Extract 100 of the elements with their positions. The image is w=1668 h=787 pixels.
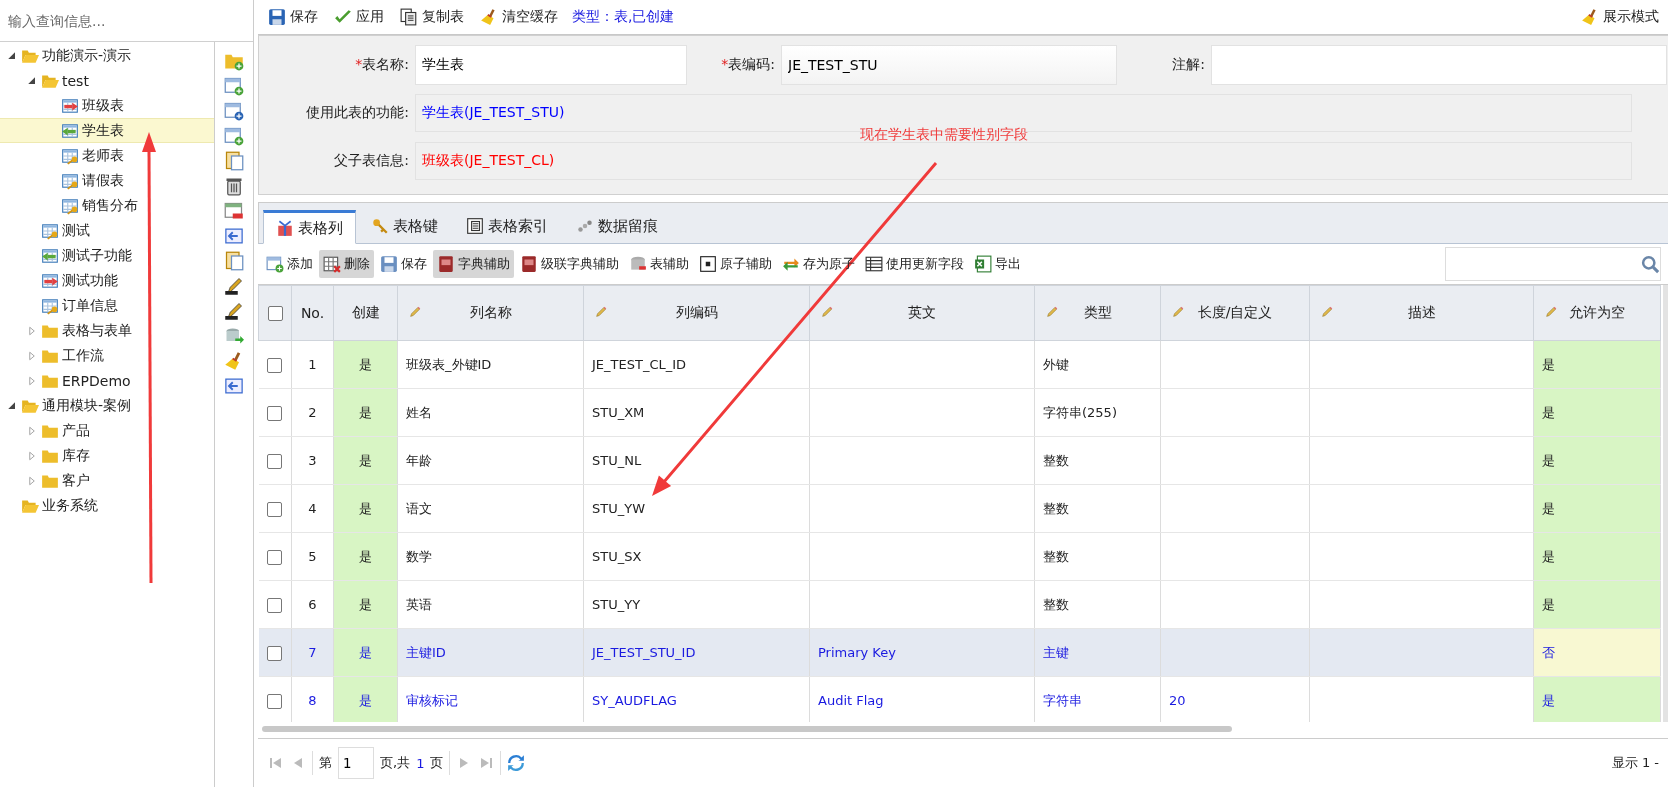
table-add-icon[interactable] — [224, 75, 245, 96]
table-cell: STU_YY — [583, 580, 810, 629]
text-field[interactable]: 学生表 — [415, 45, 687, 85]
toolbar-button[interactable]: 表辅助 — [625, 250, 693, 278]
checkbox[interactable] — [267, 549, 283, 565]
checkbox[interactable] — [267, 453, 283, 469]
toolbar-button[interactable]: 导出 — [970, 250, 1025, 278]
toolbar-button[interactable]: 级联字典辅助 — [516, 250, 623, 278]
tree-item[interactable]: 请假表 — [0, 168, 215, 193]
search-icon[interactable] — [1640, 254, 1660, 274]
tree-item[interactable]: 测试 — [0, 218, 215, 243]
spreadsheet-icon — [974, 255, 992, 273]
tree-item[interactable]: 测试子功能 — [0, 243, 215, 268]
checkbox[interactable] — [267, 501, 283, 517]
pencil-icon — [1171, 305, 1185, 319]
column-header[interactable]: 描述 — [1309, 285, 1534, 341]
checkbox[interactable] — [267, 645, 283, 661]
table-cell: 是 — [1533, 388, 1661, 437]
tree-item[interactable]: 表格与表单 — [0, 318, 215, 343]
column-header[interactable]: No. — [291, 285, 334, 341]
table-add-icon[interactable] — [224, 125, 245, 146]
tree-item[interactable]: 老师表 — [0, 143, 215, 168]
tree-item[interactable]: test — [0, 68, 215, 93]
table-icon — [60, 146, 80, 165]
checkbox[interactable] — [267, 693, 283, 709]
tree-item[interactable]: 库存 — [0, 443, 215, 468]
checkbox[interactable] — [267, 306, 283, 322]
checkbox[interactable] — [267, 357, 283, 373]
toolbar-button[interactable]: 字典辅助 — [433, 250, 514, 278]
column-header[interactable]: 类型 — [1034, 285, 1161, 341]
toolbar-button[interactable]: 删除 — [319, 250, 374, 278]
column-header[interactable]: 允许为空 — [1533, 285, 1661, 341]
tree-item-label: 学生表 — [82, 121, 124, 140]
page-count: 1 — [416, 755, 425, 771]
toolbar-button[interactable]: 应用 — [328, 6, 390, 28]
toolbar-button[interactable]: 保存 — [262, 6, 324, 28]
column-header[interactable]: 列名称 — [397, 285, 584, 341]
tree-item[interactable]: 客户 — [0, 468, 215, 493]
pencil-icon — [1045, 305, 1059, 319]
column-header[interactable]: 英文 — [809, 285, 1035, 341]
tab[interactable]: 表格列 — [263, 210, 356, 244]
field-label: 表名称: — [362, 56, 409, 72]
toolbar-button[interactable]: 复制表 — [394, 6, 470, 28]
required-mark: * — [355, 56, 363, 72]
tree-item-label: 请假表 — [82, 171, 124, 190]
table-cell: 8 — [291, 676, 334, 722]
table-cell: 主键 — [1034, 628, 1161, 677]
checkbox[interactable] — [267, 597, 283, 613]
table-cell: STU_SX — [583, 532, 810, 581]
tree-item-label: 订单信息 — [62, 296, 118, 315]
table-import-icon[interactable] — [224, 225, 245, 246]
tree-item[interactable]: 功能演示-演示 — [0, 43, 215, 68]
refresh-icon[interactable] — [507, 754, 526, 772]
search-field[interactable] — [1445, 247, 1661, 281]
tree-item[interactable]: 通用模块-案例 — [0, 393, 215, 418]
tab[interactable]: 表格索引 — [453, 209, 561, 243]
tree-item[interactable]: 产品 — [0, 418, 215, 443]
pencil-icon — [1320, 305, 1334, 319]
table-icon — [40, 246, 60, 265]
back-icon[interactable] — [224, 375, 245, 396]
pencil-icon[interactable] — [224, 300, 245, 321]
tree-item[interactable]: 订单信息 — [0, 293, 215, 318]
grid-icon — [865, 255, 883, 273]
text-field[interactable] — [1211, 45, 1667, 85]
text-field[interactable]: JE_TEST_STU — [781, 45, 1117, 85]
table-cell: 4 — [291, 484, 334, 533]
tree-item[interactable]: 学生表 — [0, 118, 215, 143]
paste-icon[interactable] — [224, 150, 245, 171]
toolbar-button[interactable]: 清空缓存 — [474, 6, 564, 28]
tree-item[interactable]: 业务系统 — [0, 493, 215, 518]
tab[interactable]: 表格键 — [358, 209, 451, 243]
column-header[interactable]: 列编码 — [583, 285, 810, 341]
tab[interactable]: 数据留痕 — [563, 209, 671, 243]
toolbar-button[interactable]: 添加 — [262, 250, 317, 278]
book-icon — [437, 255, 455, 273]
mode-button[interactable]: 展示模式 — [1575, 6, 1665, 28]
checkbox[interactable] — [267, 405, 283, 421]
page-field[interactable]: 1 — [338, 747, 374, 779]
column-header-label: 长度/自定义 — [1197, 304, 1273, 320]
tree-item[interactable]: 班级表 — [0, 93, 215, 118]
tree-item[interactable]: 销售分布 — [0, 193, 215, 218]
table-cell: 是 — [333, 484, 398, 533]
tree-item[interactable]: 工作流 — [0, 343, 215, 368]
pencil-icon — [594, 305, 608, 319]
toolbar-button[interactable]: 使用更新字段 — [861, 250, 968, 278]
pencil-icon[interactable] — [224, 275, 245, 296]
table-remove-icon[interactable] — [224, 200, 245, 221]
toolbar-button[interactable]: 原子辅助 — [695, 250, 776, 278]
tree-item[interactable]: ERPDemo — [0, 368, 215, 393]
table-cell: 数学 — [397, 532, 584, 581]
tree-item[interactable]: 测试功能 — [0, 268, 215, 293]
table-add-icon[interactable] — [224, 100, 245, 121]
dots-icon — [576, 217, 594, 235]
table-cell: Primary Key — [809, 628, 1035, 677]
toolbar-button[interactable]: 保存 — [376, 250, 431, 278]
column-header[interactable]: 创建 — [333, 285, 398, 341]
index-icon — [466, 217, 484, 235]
field-label: 父子表信息: — [334, 152, 409, 168]
column-header[interactable]: 长度/自定义 — [1160, 285, 1310, 341]
scrollbar[interactable] — [262, 726, 1232, 732]
